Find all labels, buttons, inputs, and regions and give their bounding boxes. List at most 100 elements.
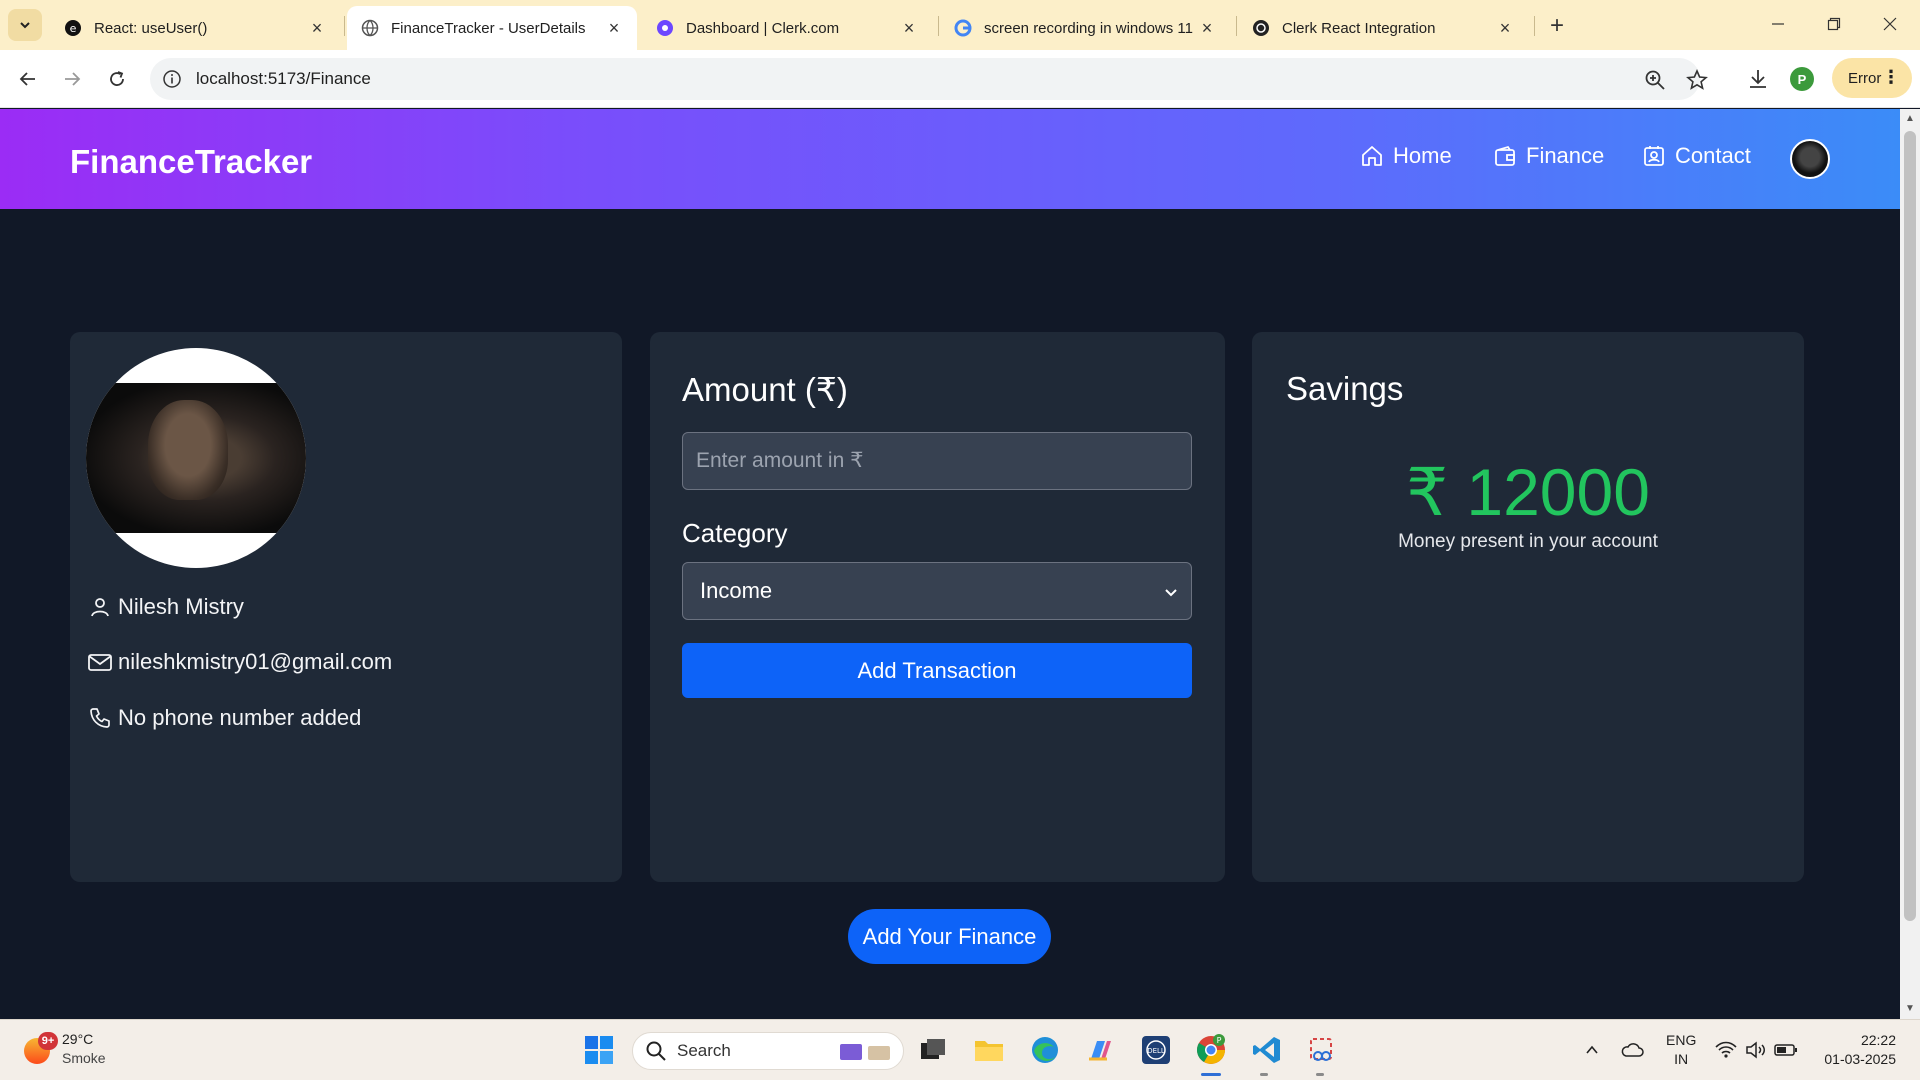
vscode-icon xyxy=(1253,1037,1280,1063)
amount-input[interactable] xyxy=(682,432,1192,490)
input-language-indicator[interactable]: ENG IN xyxy=(1666,1031,1696,1069)
profile-phone-row: No phone number added xyxy=(86,704,361,732)
file-explorer-button[interactable] xyxy=(970,1031,1008,1069)
taskbar-clock[interactable]: 22:22 01-03-2025 xyxy=(1816,1031,1896,1069)
show-hidden-icons-button[interactable] xyxy=(1580,1038,1604,1062)
page-scrollbar[interactable]: ▲ ▼ xyxy=(1900,109,1920,1019)
react-favicon-icon: e xyxy=(64,19,82,37)
battery-icon xyxy=(1774,1044,1797,1056)
phone-icon xyxy=(86,704,114,732)
windows-taskbar: 9+ 29°C Smoke Search DELL P ENG IN 22:22… xyxy=(0,1019,1920,1080)
close-tab-icon[interactable]: × xyxy=(1496,18,1514,38)
weather-badge: 9+ xyxy=(38,1032,58,1050)
dell-icon: DELL xyxy=(1142,1036,1170,1064)
browser-profile-avatar[interactable]: P xyxy=(1790,67,1814,91)
tab-search-button[interactable] xyxy=(8,9,42,41)
copilot-button[interactable] xyxy=(1081,1031,1119,1069)
dell-app-button[interactable]: DELL xyxy=(1137,1031,1175,1069)
arrow-left-icon xyxy=(19,72,35,86)
profile-name: Nilesh Mistry xyxy=(118,594,244,619)
weather-widget[interactable]: 9+ 29°C Smoke xyxy=(22,1030,106,1068)
bookmark-star-icon[interactable] xyxy=(1686,68,1708,91)
snipping-tool-button[interactable] xyxy=(1303,1031,1341,1069)
close-tab-icon[interactable]: × xyxy=(308,18,326,38)
scroll-up-arrow-icon[interactable]: ▲ xyxy=(1904,113,1916,125)
error-button[interactable]: Error ⋮ xyxy=(1832,58,1912,98)
weather-icon: 9+ xyxy=(22,1032,58,1066)
more-vert-icon[interactable]: ⋮ xyxy=(1882,68,1900,86)
taskbar-search-label: Search xyxy=(677,1041,731,1060)
back-button[interactable] xyxy=(12,63,44,95)
onedrive-button[interactable] xyxy=(1620,1038,1644,1062)
profile-email: nileshkmistry01@gmail.com xyxy=(118,649,393,674)
nav-home-label: Home xyxy=(1393,143,1452,168)
savings-caption: Money present in your account xyxy=(1398,531,1658,552)
search-icon xyxy=(646,1041,666,1061)
contact-card-icon xyxy=(1641,143,1667,169)
browser-tab-react-useuser[interactable]: e React: useUser() × xyxy=(50,6,340,50)
vscode-running-indicator xyxy=(1260,1073,1268,1076)
transaction-form-card: Amount (₹) Category Income Add Transacti… xyxy=(650,332,1225,882)
close-tab-icon[interactable]: × xyxy=(605,18,623,38)
wifi-icon xyxy=(1715,1041,1737,1058)
browser-tab-clerk-react[interactable]: Clerk React Integration × xyxy=(1238,6,1528,50)
close-window-button[interactable] xyxy=(1870,10,1910,38)
volume-button[interactable] xyxy=(1744,1038,1768,1062)
wifi-button[interactable] xyxy=(1714,1038,1738,1062)
browser-tab-clerk-dashboard[interactable]: Dashboard | Clerk.com × xyxy=(642,6,932,50)
nav-contact-label: Contact xyxy=(1675,143,1751,168)
user-avatar-button[interactable] xyxy=(1790,139,1830,179)
taskbar-search[interactable]: Search xyxy=(632,1032,904,1070)
brand-logo[interactable]: FinanceTracker xyxy=(70,143,312,181)
new-tab-button[interactable]: + xyxy=(1543,12,1571,40)
chatgpt-favicon-icon xyxy=(1252,19,1270,37)
start-button[interactable] xyxy=(580,1031,618,1069)
url-text[interactable]: localhost:5173/Finance xyxy=(196,69,371,89)
error-label: Error xyxy=(1848,69,1882,87)
savings-heading: Savings xyxy=(1286,370,1404,407)
browser-tab-financetracker[interactable]: FinanceTracker - UserDetails × xyxy=(347,6,637,50)
zoom-icon[interactable] xyxy=(1644,69,1666,91)
edge-button[interactable] xyxy=(1026,1031,1064,1069)
scroll-thumb[interactable] xyxy=(1904,131,1916,921)
profile-photo xyxy=(86,348,306,568)
scroll-down-arrow-icon[interactable]: ▼ xyxy=(1904,1003,1916,1015)
browser-tab-google-search[interactable]: screen recording in windows 11 × xyxy=(940,6,1230,50)
vscode-button[interactable] xyxy=(1248,1031,1286,1069)
forward-button[interactable] xyxy=(56,63,88,95)
tab-title: React: useUser() xyxy=(94,19,208,37)
minimize-button[interactable] xyxy=(1758,10,1798,38)
downloads-icon[interactable] xyxy=(1744,65,1772,93)
clerk-favicon-icon xyxy=(656,19,674,37)
reload-button[interactable] xyxy=(101,63,133,95)
chrome-active-indicator xyxy=(1201,1073,1221,1076)
add-transaction-button[interactable]: Add Transaction xyxy=(682,643,1192,698)
category-selected-value: Income xyxy=(700,578,773,603)
category-select[interactable]: Income xyxy=(682,562,1192,620)
nav-finance[interactable]: Finance xyxy=(1492,143,1604,169)
restore-button[interactable] xyxy=(1814,10,1854,38)
chrome-button[interactable]: P xyxy=(1192,1031,1230,1069)
task-view-button[interactable] xyxy=(914,1031,952,1069)
site-info-icon[interactable] xyxy=(162,69,182,89)
close-tab-icon[interactable]: × xyxy=(1198,18,1216,38)
profile-phone: No phone number added xyxy=(118,705,362,730)
windows-logo-icon xyxy=(585,1036,613,1064)
close-tab-icon[interactable]: × xyxy=(900,18,918,38)
search-highlight-icon xyxy=(840,1044,890,1060)
copilot-icon xyxy=(1089,1041,1111,1061)
clock-time: 22:22 xyxy=(1860,1032,1896,1048)
tab-title: Clerk React Integration xyxy=(1282,19,1436,37)
close-icon xyxy=(1883,17,1897,31)
svg-text:P: P xyxy=(1217,1036,1222,1045)
app-navbar: FinanceTracker Home Finance Contact xyxy=(0,109,1900,209)
chevron-down-icon xyxy=(20,22,30,29)
nav-contact[interactable]: Contact xyxy=(1641,143,1751,169)
edge-icon xyxy=(1032,1037,1058,1063)
address-bar[interactable]: localhost:5173/Finance xyxy=(150,58,1708,100)
battery-button[interactable] xyxy=(1774,1038,1798,1062)
svg-text:e: e xyxy=(70,22,77,35)
add-your-finance-button[interactable]: Add Your Finance xyxy=(848,909,1051,964)
home-icon xyxy=(1359,143,1385,169)
nav-home[interactable]: Home xyxy=(1359,143,1452,169)
